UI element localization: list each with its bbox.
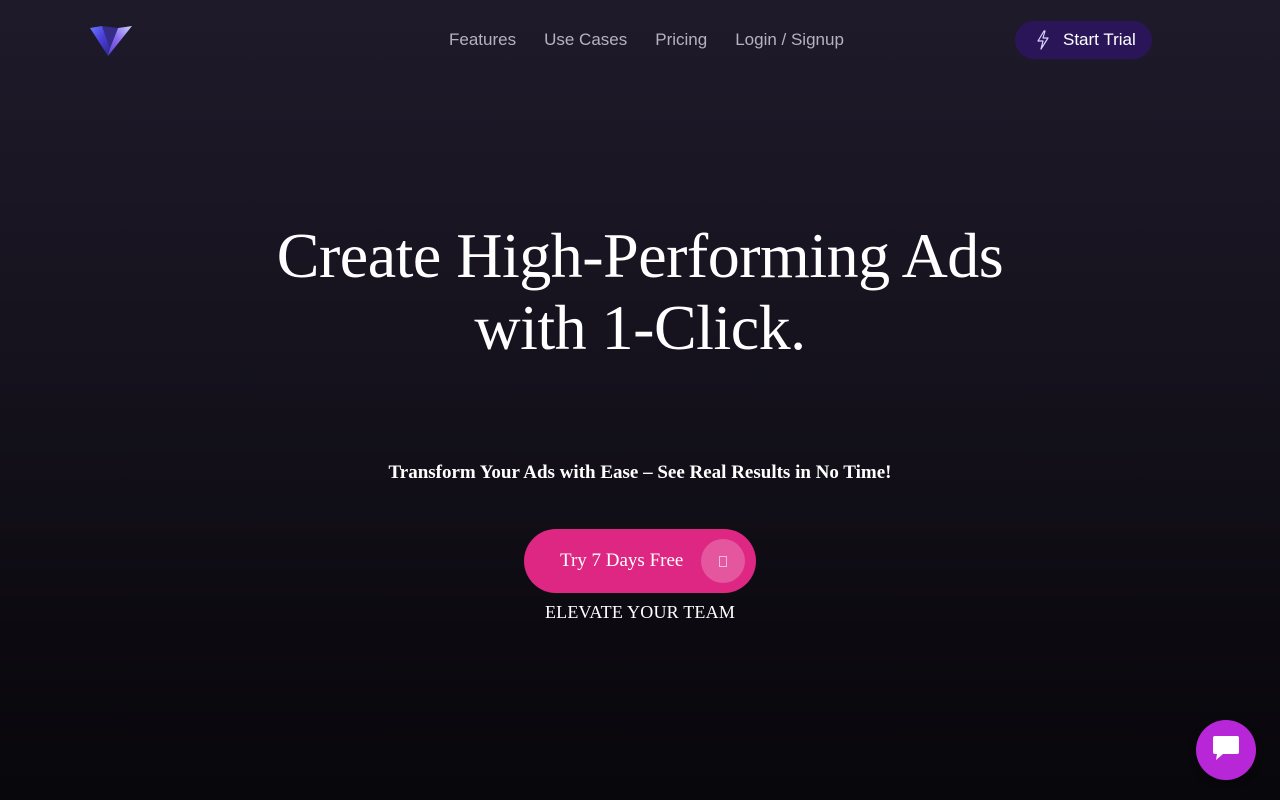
start-trial-button[interactable]: Start Trial: [1015, 21, 1152, 59]
main-nav: Features Use Cases Pricing Login / Signu…: [449, 30, 844, 50]
arrow-icon: [701, 539, 745, 583]
hero-subtitle: Transform Your Ads with Ease – See Real …: [388, 462, 892, 483]
chat-bubble-icon: [1210, 734, 1242, 767]
hero-title-line2: with 1-Click.: [474, 292, 806, 363]
try-free-label: Try 7 Days Free: [560, 550, 684, 571]
v-logo-icon[interactable]: [88, 22, 134, 58]
site-header: Features Use Cases Pricing Login / Signu…: [0, 0, 1280, 80]
chat-widget-button[interactable]: [1196, 720, 1256, 780]
hero-title-line1: Create High-Performing Ads: [276, 220, 1004, 291]
hero-tagline: ELEVATE YOUR TEAM: [544, 602, 736, 622]
nav-pricing-link[interactable]: Pricing: [655, 30, 707, 50]
nav-use-cases-link[interactable]: Use Cases: [544, 30, 627, 50]
start-trial-label: Start Trial: [1063, 30, 1136, 49]
hero-title: Create High-Performing Ads with 1-Click.: [0, 220, 1280, 364]
nav-login-signup-link[interactable]: Login / Signup: [735, 30, 844, 50]
lightning-bolt-icon: [1035, 30, 1051, 50]
nav-features-link[interactable]: Features: [449, 30, 516, 50]
try-free-button[interactable]: Try 7 Days Free: [524, 529, 756, 593]
